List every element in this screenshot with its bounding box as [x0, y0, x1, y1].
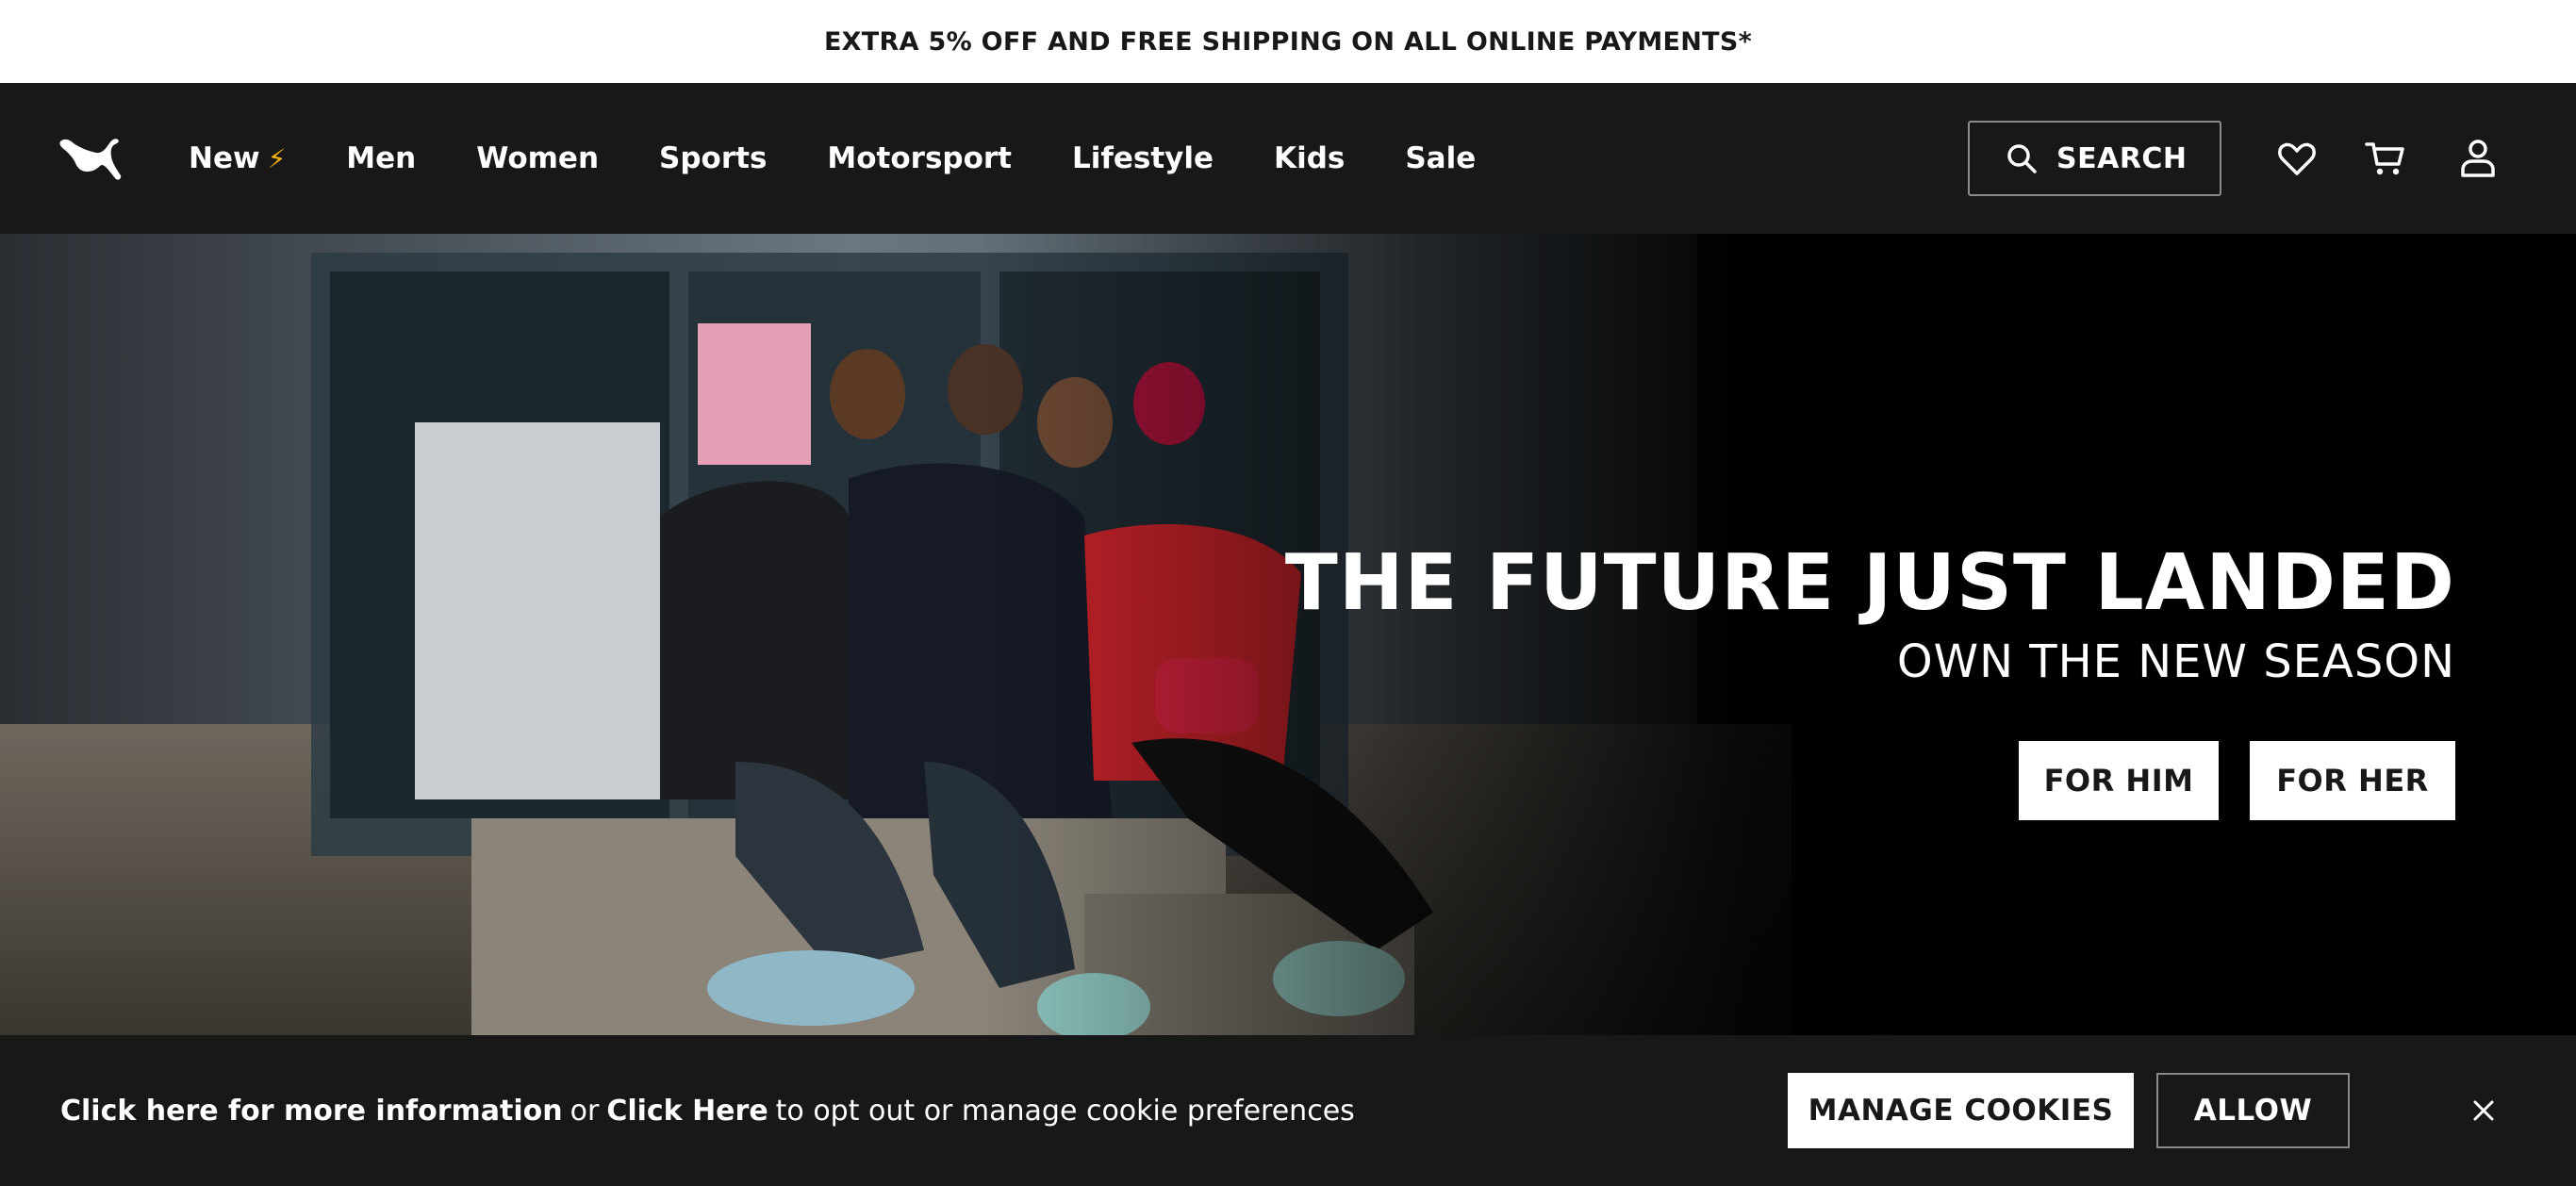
for-her-button[interactable]: FOR HER — [2250, 741, 2455, 820]
nav-item-sale[interactable]: Sale — [1405, 141, 1476, 175]
allow-cookies-button[interactable]: ALLOW — [2156, 1073, 2350, 1148]
nav-item-sports[interactable]: Sports — [659, 141, 767, 175]
promo-banner[interactable]: EXTRA 5% OFF AND FREE SHIPPING ON ALL ON… — [0, 0, 2576, 83]
main-nav: New ⚡ Men Women Sports Motorsport Lifest… — [189, 83, 1536, 234]
close-icon[interactable] — [2469, 1095, 2499, 1126]
search-icon — [2007, 144, 2037, 173]
nav-item-label: Women — [476, 141, 600, 175]
nav-item-label: Sale — [1405, 141, 1477, 175]
search-label: SEARCH — [2056, 141, 2188, 175]
cookie-or-text: or — [570, 1094, 600, 1128]
nav-item-men[interactable]: Men — [346, 141, 416, 175]
hero-text-block: THE FUTURE JUST LANDED OWN THE NEW SEASO… — [1284, 538, 2455, 688]
nav-item-women[interactable]: Women — [476, 141, 599, 175]
nav-item-label: Motorsport — [827, 141, 1013, 175]
manage-cookies-button[interactable]: MANAGE COOKIES — [1788, 1073, 2134, 1148]
puma-cat-logo-icon[interactable] — [58, 132, 123, 185]
account-icon[interactable] — [2455, 136, 2501, 181]
hero-title: THE FUTURE JUST LANDED — [1284, 538, 2455, 628]
cookie-message: Click here for more information or Click… — [60, 1035, 1362, 1186]
nav-item-label: Lifestyle — [1072, 141, 1214, 175]
lightning-bolt-icon: ⚡ — [267, 142, 287, 174]
nav-item-lifestyle[interactable]: Lifestyle — [1072, 141, 1214, 175]
cookie-consent-bar: Click here for more information or Click… — [0, 1035, 2576, 1186]
nav-item-new[interactable]: New ⚡ — [189, 141, 286, 175]
more-info-link[interactable]: Click here for more information — [60, 1095, 563, 1128]
nav-item-label: New — [189, 141, 260, 175]
hero-subtitle: OWN THE NEW SEASON — [1896, 635, 2455, 688]
cookie-rest-text: to opt out or manage cookie preferences — [775, 1094, 1355, 1128]
wishlist-heart-icon[interactable] — [2274, 136, 2320, 181]
search-button[interactable]: SEARCH — [1968, 121, 2221, 196]
opt-out-link[interactable]: Click Here — [606, 1095, 768, 1128]
site-header: New ⚡ Men Women Sports Motorsport Lifest… — [0, 83, 2576, 234]
nav-item-label: Sports — [659, 141, 768, 175]
nav-item-label: Men — [346, 141, 417, 175]
nav-item-motorsport[interactable]: Motorsport — [827, 141, 1012, 175]
for-him-button[interactable]: FOR HIM — [2019, 741, 2219, 820]
hero-banner[interactable]: THE FUTURE JUST LANDED OWN THE NEW SEASO… — [0, 234, 2576, 1035]
promo-text: EXTRA 5% OFF AND FREE SHIPPING ON ALL ON… — [823, 26, 1753, 57]
nav-item-label: Kids — [1274, 141, 1346, 175]
cart-icon[interactable] — [2363, 136, 2408, 181]
nav-item-kids[interactable]: Kids — [1274, 141, 1345, 175]
